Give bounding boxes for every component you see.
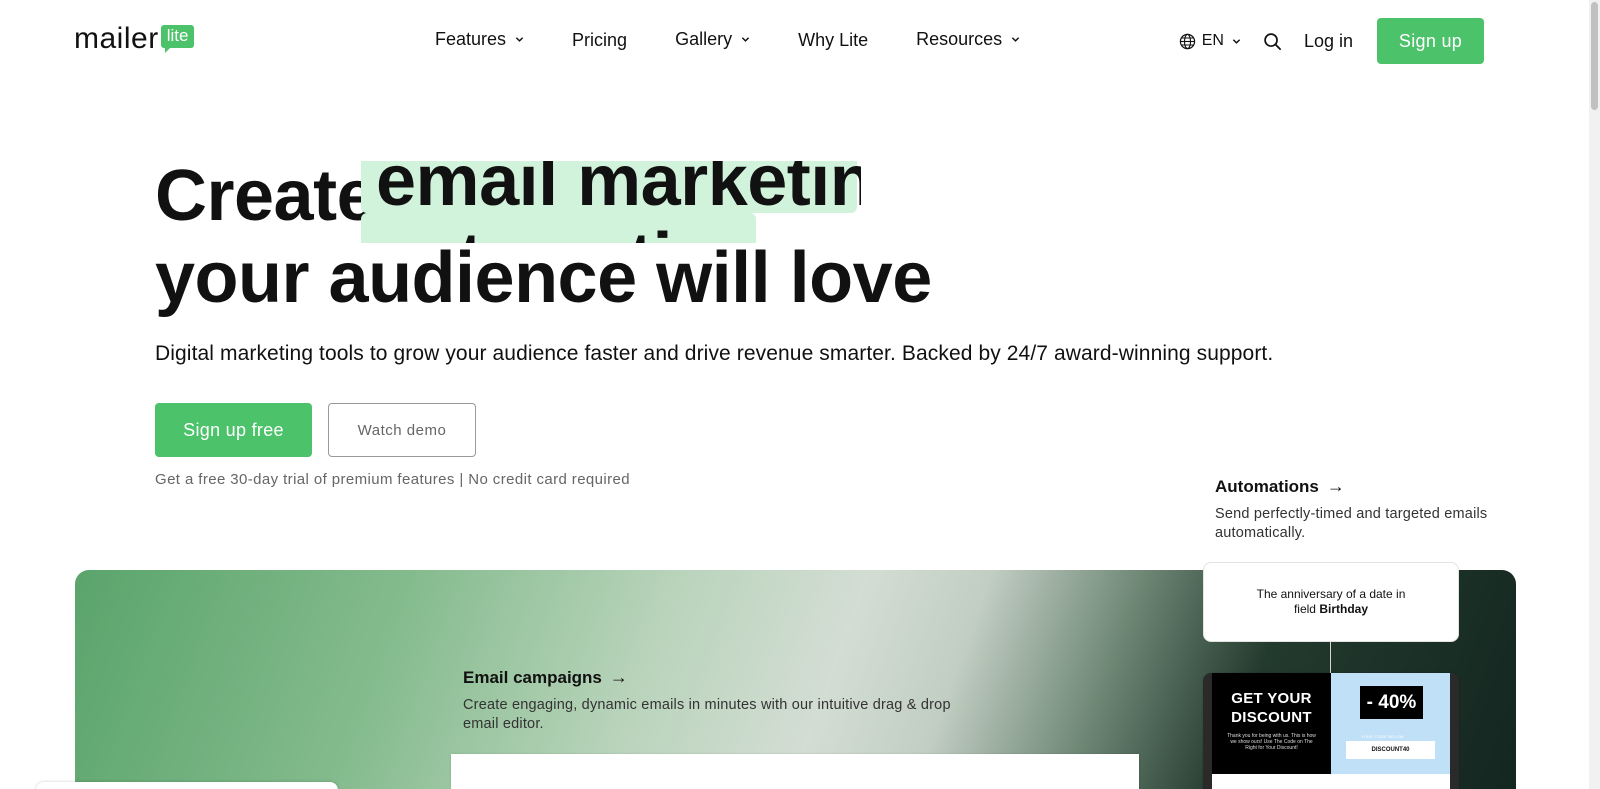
logo-badge: lite xyxy=(160,25,195,53)
workflow-connector xyxy=(1330,642,1331,674)
main-nav: Features Pricing Gallery Why Lite Resour… xyxy=(435,27,1020,51)
login-link[interactable]: Log in xyxy=(1304,31,1353,52)
trigger-text-wrap: The anniversary of a date in field Birth… xyxy=(1244,587,1418,617)
chevron-down-icon xyxy=(515,36,524,42)
search-icon xyxy=(1264,32,1281,50)
nav-pricing[interactable]: Pricing xyxy=(572,30,627,51)
nav-why-lite-label: Why Lite xyxy=(798,30,869,50)
discount-code-panel: - 40% YOUR CODE BELOW DISCOUNT40 xyxy=(1331,673,1450,774)
automations-title: Automations xyxy=(1215,476,1319,496)
mailerlite-logo[interactable]: mailer lite xyxy=(74,20,195,55)
discount-panel: GET YOUR DISCOUNT Thank you for being wi… xyxy=(1212,673,1331,774)
hero-heading-start: Create xyxy=(155,156,377,236)
nav-gallery[interactable]: Gallery xyxy=(675,29,750,50)
nav-why-lite[interactable]: Why Lite xyxy=(798,30,868,51)
search-button[interactable] xyxy=(1263,32,1282,51)
chevron-down-icon xyxy=(1232,38,1241,44)
email-campaigns-title: Email campaigns xyxy=(463,667,602,687)
automations-description: Send perfectly-timed and targeted emails… xyxy=(1215,506,1488,541)
globe-icon xyxy=(1179,33,1195,49)
automation-trigger-card: The anniversary of a date in field Birth… xyxy=(1203,562,1459,642)
nav-features[interactable]: Features xyxy=(435,29,524,50)
arrow-right-icon: → xyxy=(1326,476,1345,496)
nav-resources[interactable]: Resources xyxy=(916,29,1020,50)
email-campaigns-description: Create engaging, dynamic emails in minut… xyxy=(463,697,951,732)
scrollbar-thumb[interactable] xyxy=(1591,2,1598,110)
automations-link[interactable]: Automations → xyxy=(1215,476,1490,497)
discount-headline: GET YOUR DISCOUNT xyxy=(1231,690,1312,726)
email-preview-footer xyxy=(1212,774,1450,789)
hero-subtitle: Digital marketing tools to grow your aud… xyxy=(155,342,1274,365)
email-campaigns-feature: Email campaigns → Create engaging, dynam… xyxy=(463,667,983,734)
code-label: YOUR CODE BELOW xyxy=(1361,734,1404,739)
site-header: mailer lite Features Pricing Gallery Why… xyxy=(0,0,1600,80)
chevron-down-icon xyxy=(1012,36,1020,42)
floating-card xyxy=(36,782,338,789)
watch-demo-button[interactable]: Watch demo xyxy=(328,403,476,457)
discount-code: DISCOUNT40 xyxy=(1346,741,1435,759)
language-selector[interactable]: EN xyxy=(1179,32,1247,50)
chevron-down-icon xyxy=(741,36,750,42)
rotating-word: email marketing xyxy=(376,161,861,221)
automations-feature: Automations → Send perfectly-timed and t… xyxy=(1215,476,1490,543)
nav-features-label: Features xyxy=(435,28,507,49)
discount-fine-print: Thank you for being with us. This is how… xyxy=(1227,733,1316,751)
discount-email-preview: GET YOUR DISCOUNT Thank you for being wi… xyxy=(1203,673,1459,789)
logo-text: mailer xyxy=(74,22,159,55)
page-scrollbar[interactable] xyxy=(1589,0,1600,789)
nav-resources-label: Resources xyxy=(916,28,1003,49)
email-editor-preview xyxy=(451,754,1139,789)
hero-rotating-words: email marketing automations xyxy=(361,161,861,243)
signup-free-button[interactable]: Sign up free xyxy=(155,403,312,457)
arrow-right-icon: → xyxy=(609,667,628,687)
discount-badge: - 40% xyxy=(1360,686,1423,719)
email-campaigns-link[interactable]: Email campaigns → xyxy=(463,667,983,688)
language-label: EN xyxy=(1201,32,1224,49)
trigger-field: Birthday xyxy=(1319,602,1369,616)
signup-button[interactable]: Sign up xyxy=(1377,18,1484,64)
nav-pricing-label: Pricing xyxy=(572,30,628,50)
header-tools: EN Log in Sign up xyxy=(1179,18,1484,64)
hero-heading-end: your audience will love xyxy=(155,238,932,318)
nav-gallery-label: Gallery xyxy=(675,28,733,49)
trial-note: Get a free 30-day trial of premium featu… xyxy=(155,471,631,488)
